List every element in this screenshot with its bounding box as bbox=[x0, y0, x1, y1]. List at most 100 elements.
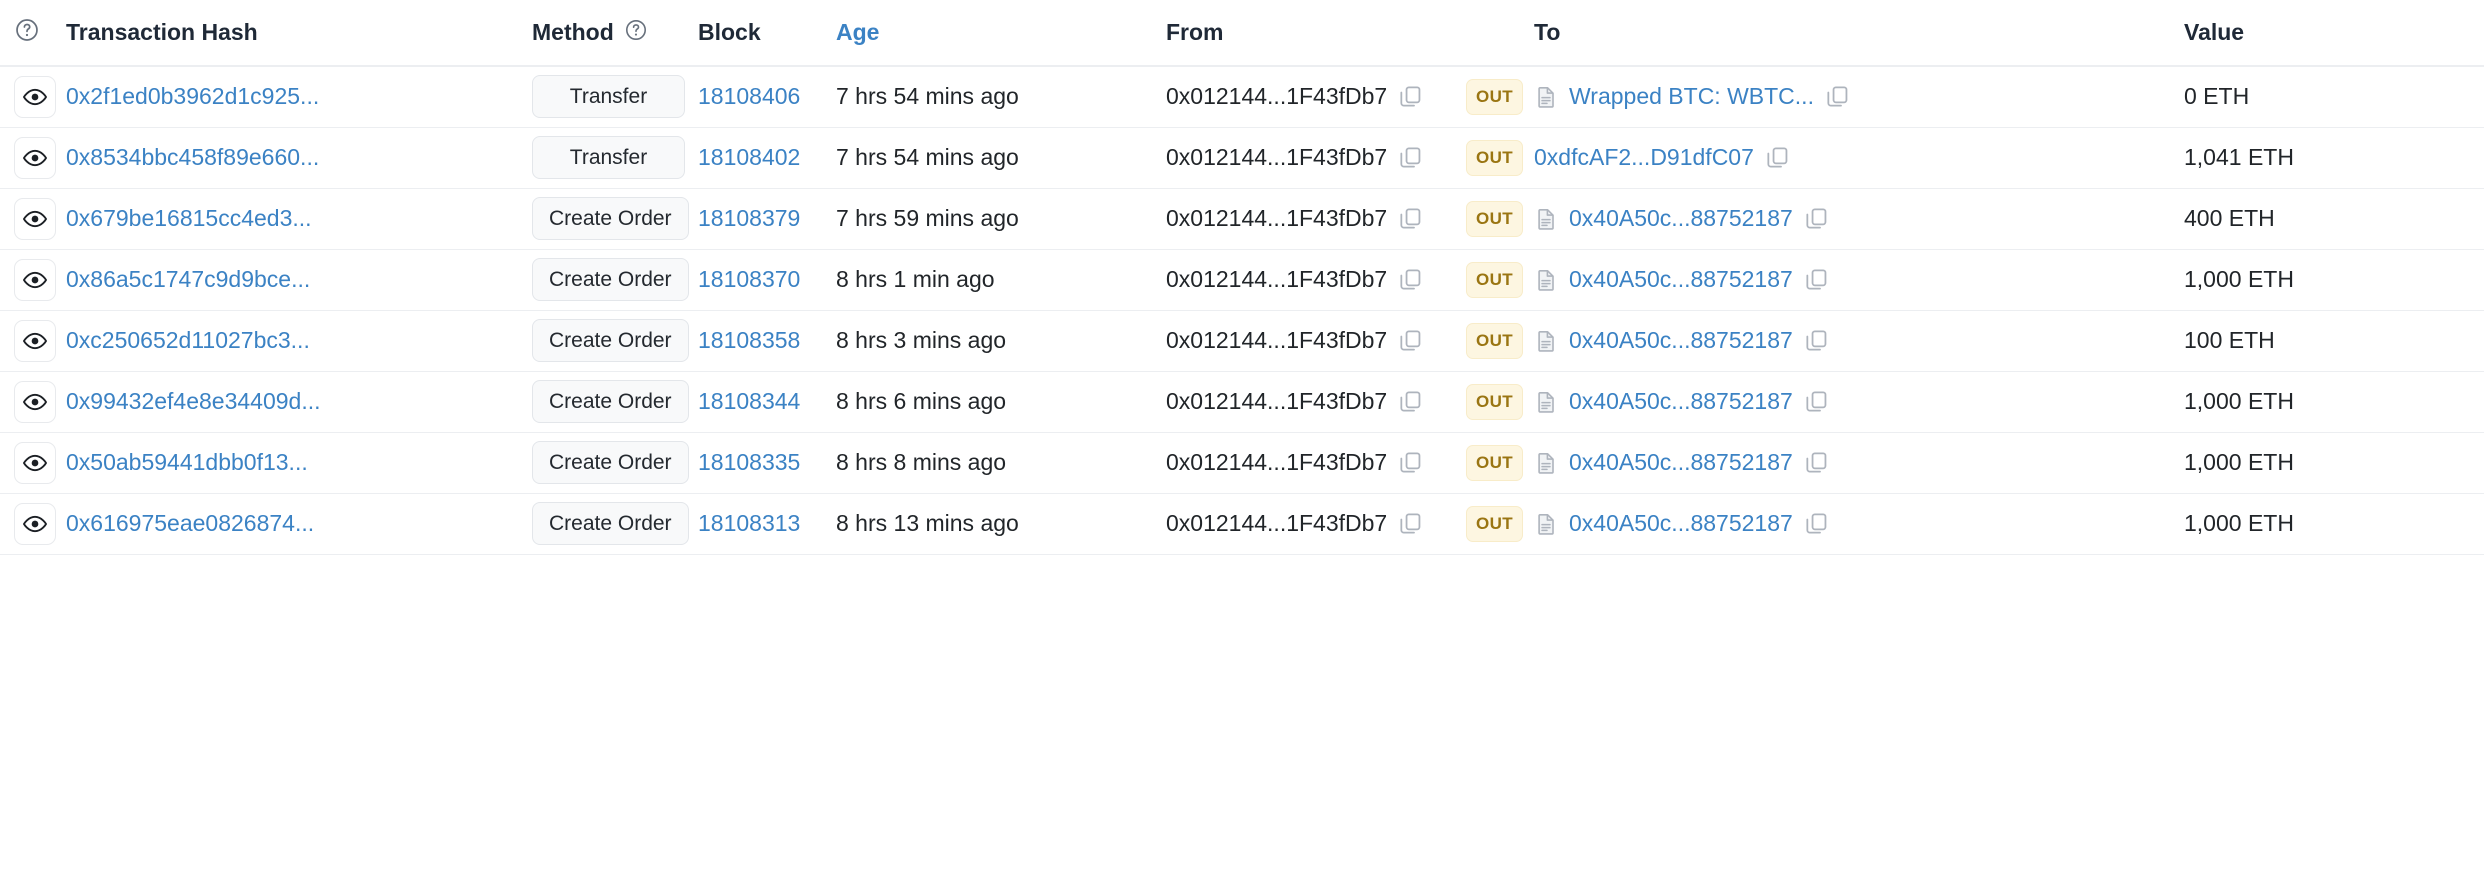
preview-button[interactable] bbox=[14, 441, 56, 484]
cell-to: 0x40A50c...88752187 bbox=[1534, 493, 2184, 554]
value-text: 400 ETH bbox=[2184, 205, 2275, 231]
transaction-hash-link[interactable]: 0x679be16815cc4ed3... bbox=[66, 205, 312, 231]
preview-button[interactable] bbox=[14, 197, 56, 240]
transaction-hash-link[interactable]: 0x86a5c1747c9d9bce... bbox=[66, 266, 310, 292]
eye-icon bbox=[22, 389, 48, 415]
value-text: 0 ETH bbox=[2184, 83, 2250, 110]
cell-age: 7 hrs 59 mins ago bbox=[836, 188, 1166, 249]
transaction-hash-link[interactable]: 0xc250652d11027bc3... bbox=[66, 327, 310, 353]
transaction-hash-link[interactable]: 0x8534bbc458f89e660... bbox=[66, 144, 319, 170]
preview-button[interactable] bbox=[14, 380, 56, 423]
document-icon bbox=[1538, 208, 1554, 230]
copy-icon[interactable] bbox=[1398, 450, 1423, 475]
method-badge[interactable]: Create Order bbox=[532, 319, 689, 362]
block-link[interactable]: 18108335 bbox=[698, 449, 800, 475]
block-link[interactable]: 18108370 bbox=[698, 266, 800, 292]
transaction-hash-link[interactable]: 0x616975eae0826874... bbox=[66, 510, 314, 536]
copy-icon[interactable] bbox=[1398, 145, 1423, 170]
preview-button[interactable] bbox=[14, 258, 56, 301]
cell-block: 18108370 bbox=[698, 249, 836, 310]
method-badge[interactable]: Create Order bbox=[532, 380, 689, 423]
cell-transaction-hash: 0x616975eae0826874... bbox=[66, 493, 532, 554]
value-text: 1,000 ETH bbox=[2184, 449, 2294, 475]
header-age[interactable]: Age bbox=[836, 0, 1166, 67]
copy-icon[interactable] bbox=[1804, 206, 1829, 231]
to-address-link[interactable]: 0x40A50c...88752187 bbox=[1569, 388, 1793, 415]
to-address-link[interactable]: Wrapped BTC: WBTC... bbox=[1569, 83, 1814, 110]
block-link[interactable]: 18108313 bbox=[698, 510, 800, 536]
copy-icon[interactable] bbox=[1804, 511, 1829, 536]
copy-icon[interactable] bbox=[1765, 145, 1790, 170]
transaction-hash-link[interactable]: 0x2f1ed0b3962d1c925... bbox=[66, 83, 319, 109]
to-address-link[interactable]: 0x40A50c...88752187 bbox=[1569, 327, 1793, 354]
header-block-label: Block bbox=[698, 19, 761, 45]
from-address: 0x012144...1F43fDb7 bbox=[1166, 266, 1388, 292]
eye-icon bbox=[22, 450, 48, 476]
table-body: 0x2f1ed0b3962d1c925... Transfer 18108406 7 … bbox=[0, 66, 2484, 554]
copy-icon[interactable] bbox=[1804, 267, 1829, 292]
method-badge[interactable]: Create Order bbox=[532, 502, 689, 545]
cell-block: 18108313 bbox=[698, 493, 836, 554]
block-link[interactable]: 18108379 bbox=[698, 205, 800, 231]
from-address: 0x012144...1F43fDb7 bbox=[1166, 449, 1388, 475]
block-link[interactable]: 18108358 bbox=[698, 327, 800, 353]
preview-button[interactable] bbox=[14, 136, 56, 179]
copy-icon[interactable] bbox=[1804, 450, 1829, 475]
transaction-hash-link[interactable]: 0x50ab59441dbb0f13... bbox=[66, 449, 308, 475]
document-icon bbox=[1538, 269, 1554, 291]
cell-transaction-hash: 0x99432ef4e8e34409d... bbox=[66, 371, 532, 432]
header-age-label[interactable]: Age bbox=[836, 19, 879, 46]
copy-icon[interactable] bbox=[1398, 389, 1423, 414]
copy-icon[interactable] bbox=[1398, 206, 1423, 231]
to-address-link[interactable]: 0x40A50c...88752187 bbox=[1569, 205, 1793, 232]
cell-value: 100 ETH bbox=[2184, 310, 2484, 371]
copy-icon[interactable] bbox=[1825, 84, 1850, 109]
method-badge[interactable]: Create Order bbox=[532, 197, 689, 240]
cell-direction: OUT bbox=[1466, 188, 1534, 249]
header-from-label: From bbox=[1166, 19, 1224, 45]
to-address-link[interactable]: 0x40A50c...88752187 bbox=[1569, 510, 1793, 537]
table-row: 0x86a5c1747c9d9bce... Create Order 1810837… bbox=[0, 249, 2484, 310]
cell-from: 0x012144...1F43fDb7 bbox=[1166, 310, 1466, 371]
age-text: 8 hrs 13 mins ago bbox=[836, 510, 1019, 536]
help-icon[interactable] bbox=[14, 17, 40, 49]
cell-value: 1,000 ETH bbox=[2184, 493, 2484, 554]
preview-button[interactable] bbox=[14, 502, 56, 545]
preview-button[interactable] bbox=[14, 319, 56, 362]
table-row: 0x8534bbc458f89e660... Transfer 18108402 7 … bbox=[0, 127, 2484, 188]
block-link[interactable]: 18108406 bbox=[698, 83, 800, 109]
value-text: 1,000 ETH bbox=[2184, 388, 2294, 414]
method-badge[interactable]: Transfer bbox=[532, 75, 685, 119]
document-icon bbox=[1538, 86, 1554, 108]
eye-icon bbox=[22, 328, 48, 354]
preview-button[interactable] bbox=[14, 75, 56, 118]
cell-to: 0x40A50c...88752187 bbox=[1534, 188, 2184, 249]
to-address-link[interactable]: 0xdfcAF2...D91dfC07 bbox=[1534, 144, 1754, 171]
copy-icon[interactable] bbox=[1804, 389, 1829, 414]
block-link[interactable]: 18108402 bbox=[698, 144, 800, 170]
header-transaction-hash-label: Transaction Hash bbox=[66, 19, 258, 45]
cell-from: 0x012144...1F43fDb7 bbox=[1166, 188, 1466, 249]
method-badge[interactable]: Transfer bbox=[532, 136, 685, 179]
cell-value: 1,000 ETH bbox=[2184, 371, 2484, 432]
cell-from: 0x012144...1F43fDb7 bbox=[1166, 66, 1466, 127]
age-text: 8 hrs 3 mins ago bbox=[836, 327, 1007, 353]
cell-method: Transfer bbox=[532, 66, 698, 127]
to-address-link[interactable]: 0x40A50c...88752187 bbox=[1569, 266, 1793, 293]
to-address-link[interactable]: 0x40A50c...88752187 bbox=[1569, 449, 1793, 476]
method-help-icon[interactable] bbox=[624, 18, 648, 48]
copy-icon[interactable] bbox=[1398, 267, 1423, 292]
method-badge[interactable]: Create Order bbox=[532, 258, 689, 301]
header-from: From bbox=[1166, 0, 1466, 67]
copy-icon[interactable] bbox=[1804, 328, 1829, 353]
copy-icon[interactable] bbox=[1398, 511, 1423, 536]
copy-icon[interactable] bbox=[1398, 328, 1423, 353]
cell-preview bbox=[0, 493, 66, 554]
transaction-hash-link[interactable]: 0x99432ef4e8e34409d... bbox=[66, 388, 321, 414]
block-link[interactable]: 18108344 bbox=[698, 388, 800, 414]
cell-block: 18108406 bbox=[698, 66, 836, 127]
method-badge[interactable]: Create Order bbox=[532, 441, 689, 484]
cell-transaction-hash: 0xc250652d11027bc3... bbox=[66, 310, 532, 371]
cell-value: 0 ETH bbox=[2184, 66, 2484, 127]
copy-icon[interactable] bbox=[1398, 84, 1423, 109]
